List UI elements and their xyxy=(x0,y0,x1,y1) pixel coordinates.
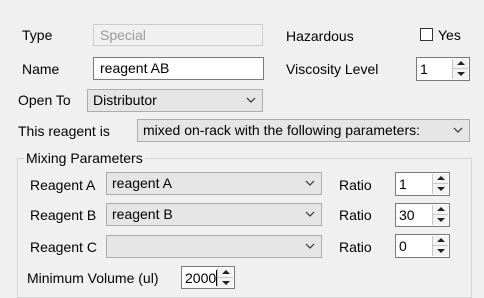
type-label: Type xyxy=(22,27,53,43)
triangle-down-icon xyxy=(437,218,445,222)
triangle-up-icon xyxy=(437,176,445,180)
reagent-b-ratio-label: Ratio xyxy=(339,207,372,223)
reagent-a-ratio-label: Ratio xyxy=(339,177,372,193)
reagent-a-label: Reagent A xyxy=(30,177,96,193)
triangle-down-icon xyxy=(457,72,465,76)
open-to-dropdown[interactable]: Distributor xyxy=(87,89,263,112)
reagent-a-ratio-up-button[interactable] xyxy=(433,174,448,184)
reagent-b-dropdown[interactable]: reagent B xyxy=(106,203,322,226)
hazardous-yes-label[interactable]: Yes xyxy=(438,27,461,43)
reagent-mode-label: This reagent is xyxy=(18,123,110,139)
triangle-up-icon xyxy=(222,270,230,274)
triangle-up-icon xyxy=(457,61,465,65)
reagent-c-ratio-stepper[interactable]: 0 xyxy=(395,234,450,258)
viscosity-label: Viscosity Level xyxy=(286,61,379,77)
reagent-b-ratio-up-button[interactable] xyxy=(433,205,448,215)
reagent-c-ratio-label: Ratio xyxy=(339,239,372,255)
min-volume-up-button[interactable] xyxy=(218,268,233,278)
reagent-b-ratio-value: 30 xyxy=(399,207,415,223)
open-to-label: Open To xyxy=(18,92,71,108)
type-value: Special xyxy=(100,27,146,43)
min-volume-value: 2000 xyxy=(185,270,217,286)
triangle-up-icon xyxy=(437,207,445,211)
chevron-down-icon xyxy=(305,211,315,217)
name-label: Name xyxy=(22,61,60,77)
hazardous-label: Hazardous xyxy=(286,28,354,44)
triangle-down-icon xyxy=(222,280,230,285)
hazardous-checkbox[interactable] xyxy=(420,28,433,41)
reagent-b-value: reagent B xyxy=(112,206,173,222)
min-volume-label: Minimum Volume (ul) xyxy=(27,270,159,286)
reagent-a-ratio-value: 1 xyxy=(399,176,407,192)
chevron-down-icon xyxy=(453,127,463,133)
triangle-down-icon xyxy=(437,249,445,253)
reagent-a-ratio-stepper[interactable]: 1 xyxy=(395,172,450,196)
reagent-a-dropdown[interactable]: reagent A xyxy=(106,172,322,195)
viscosity-value: 1 xyxy=(420,61,428,77)
reagent-a-value: reagent A xyxy=(112,175,172,191)
reagent-c-ratio-up-button[interactable] xyxy=(433,236,448,246)
reagent-mode-dropdown[interactable]: mixed on-rack with the following paramet… xyxy=(137,119,470,142)
reagent-b-label: Reagent B xyxy=(30,207,97,223)
reagent-c-label: Reagent C xyxy=(30,239,97,255)
reagent-a-ratio-down-button[interactable] xyxy=(433,184,448,194)
min-volume-stepper[interactable]: 2000 xyxy=(181,266,235,289)
triangle-down-icon xyxy=(437,187,445,191)
reagent-c-dropdown[interactable] xyxy=(106,235,322,258)
reagent-b-ratio-down-button[interactable] xyxy=(433,215,448,225)
triangle-up-icon xyxy=(437,238,445,242)
viscosity-stepper[interactable]: 1 xyxy=(416,57,470,81)
reagent-b-ratio-stepper[interactable]: 30 xyxy=(395,203,450,227)
viscosity-down-button[interactable] xyxy=(453,69,468,79)
chevron-down-icon xyxy=(305,180,315,186)
type-field: Special xyxy=(93,24,263,46)
reagent-c-ratio-value: 0 xyxy=(399,238,407,254)
reagent-mode-value: mixed on-rack with the following paramet… xyxy=(143,122,421,138)
name-value: reagent AB xyxy=(100,60,170,76)
open-to-value: Distributor xyxy=(93,92,157,108)
name-input[interactable]: reagent AB xyxy=(93,57,264,80)
mixing-parameters-title: Mixing Parameters xyxy=(24,150,145,166)
chevron-down-icon xyxy=(305,243,315,249)
chevron-down-icon xyxy=(246,97,256,103)
reagent-c-ratio-down-button[interactable] xyxy=(433,246,448,256)
min-volume-down-button[interactable] xyxy=(218,278,233,288)
viscosity-up-button[interactable] xyxy=(453,59,468,69)
